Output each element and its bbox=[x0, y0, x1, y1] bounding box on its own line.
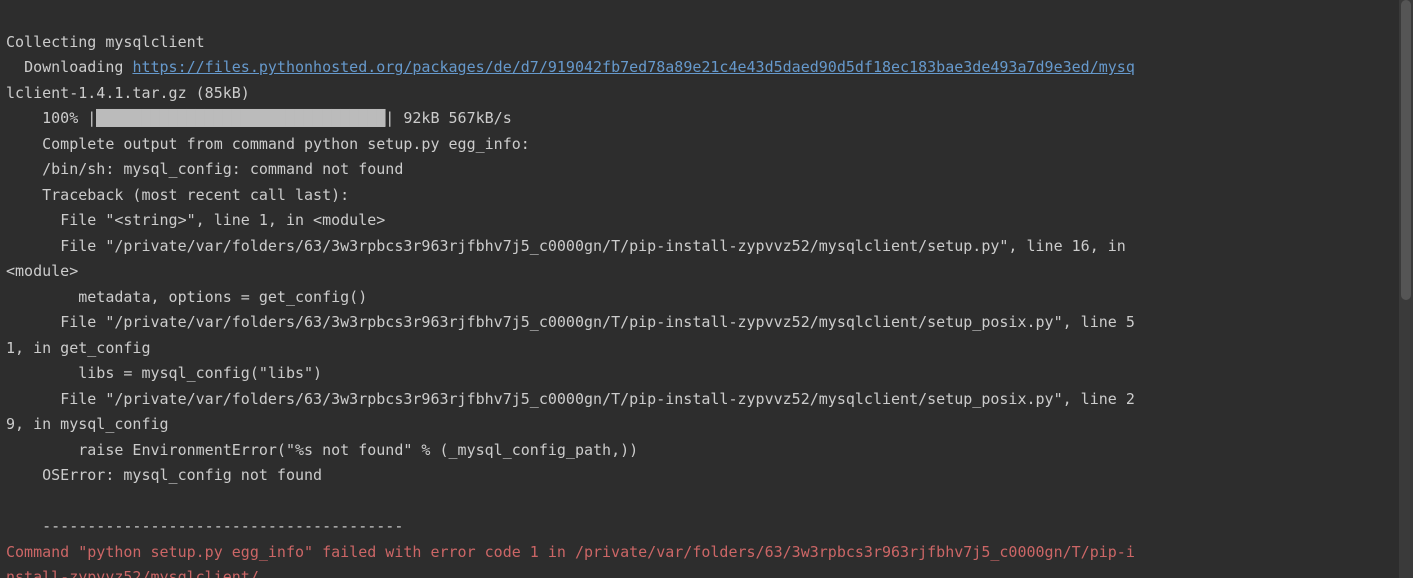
scrollbar-thumb[interactable] bbox=[1401, 0, 1411, 300]
output-line: Collecting mysqlclient bbox=[6, 30, 1386, 56]
output-line: <module> bbox=[6, 259, 1386, 285]
output-line: /bin/sh: mysql_config: command not found bbox=[6, 157, 1386, 183]
output-line bbox=[6, 489, 1386, 515]
output-line: metadata, options = get_config() bbox=[6, 285, 1386, 311]
download-url-link[interactable]: https://files.pythonhosted.org/packages/… bbox=[132, 58, 1134, 76]
output-line: File "<string>", line 1, in <module> bbox=[6, 208, 1386, 234]
error-line: Command "python setup.py egg_info" faile… bbox=[6, 540, 1386, 566]
progress-line: 100% |████████████████████████████████| … bbox=[6, 106, 1386, 132]
error-line: nstall-zypvvz52/mysqlclient/ bbox=[6, 565, 1386, 578]
output-line: OSError: mysql_config not found bbox=[6, 463, 1386, 489]
output-line: File "/private/var/folders/63/3w3rpbcs3r… bbox=[6, 310, 1386, 336]
output-line: Traceback (most recent call last): bbox=[6, 183, 1386, 209]
terminal-output: Collecting mysqlclient Downloading https… bbox=[0, 0, 1392, 578]
output-line: File "/private/var/folders/63/3w3rpbcs3r… bbox=[6, 387, 1386, 413]
output-line: Downloading https://files.pythonhosted.o… bbox=[6, 55, 1386, 81]
output-line: raise EnvironmentError("%s not found" % … bbox=[6, 438, 1386, 464]
output-line: ---------------------------------------- bbox=[6, 514, 1386, 540]
output-line: Complete output from command python setu… bbox=[6, 132, 1386, 158]
output-line: 9, in mysql_config bbox=[6, 412, 1386, 438]
output-line: 1, in get_config bbox=[6, 336, 1386, 362]
progress-bar: ████████████████████████████████ bbox=[96, 109, 385, 127]
output-line: lclient-1.4.1.tar.gz (85kB) bbox=[6, 81, 1386, 107]
output-line: File "/private/var/folders/63/3w3rpbcs3r… bbox=[6, 234, 1386, 260]
output-line: libs = mysql_config("libs") bbox=[6, 361, 1386, 387]
scrollbar-track[interactable] bbox=[1399, 0, 1413, 578]
